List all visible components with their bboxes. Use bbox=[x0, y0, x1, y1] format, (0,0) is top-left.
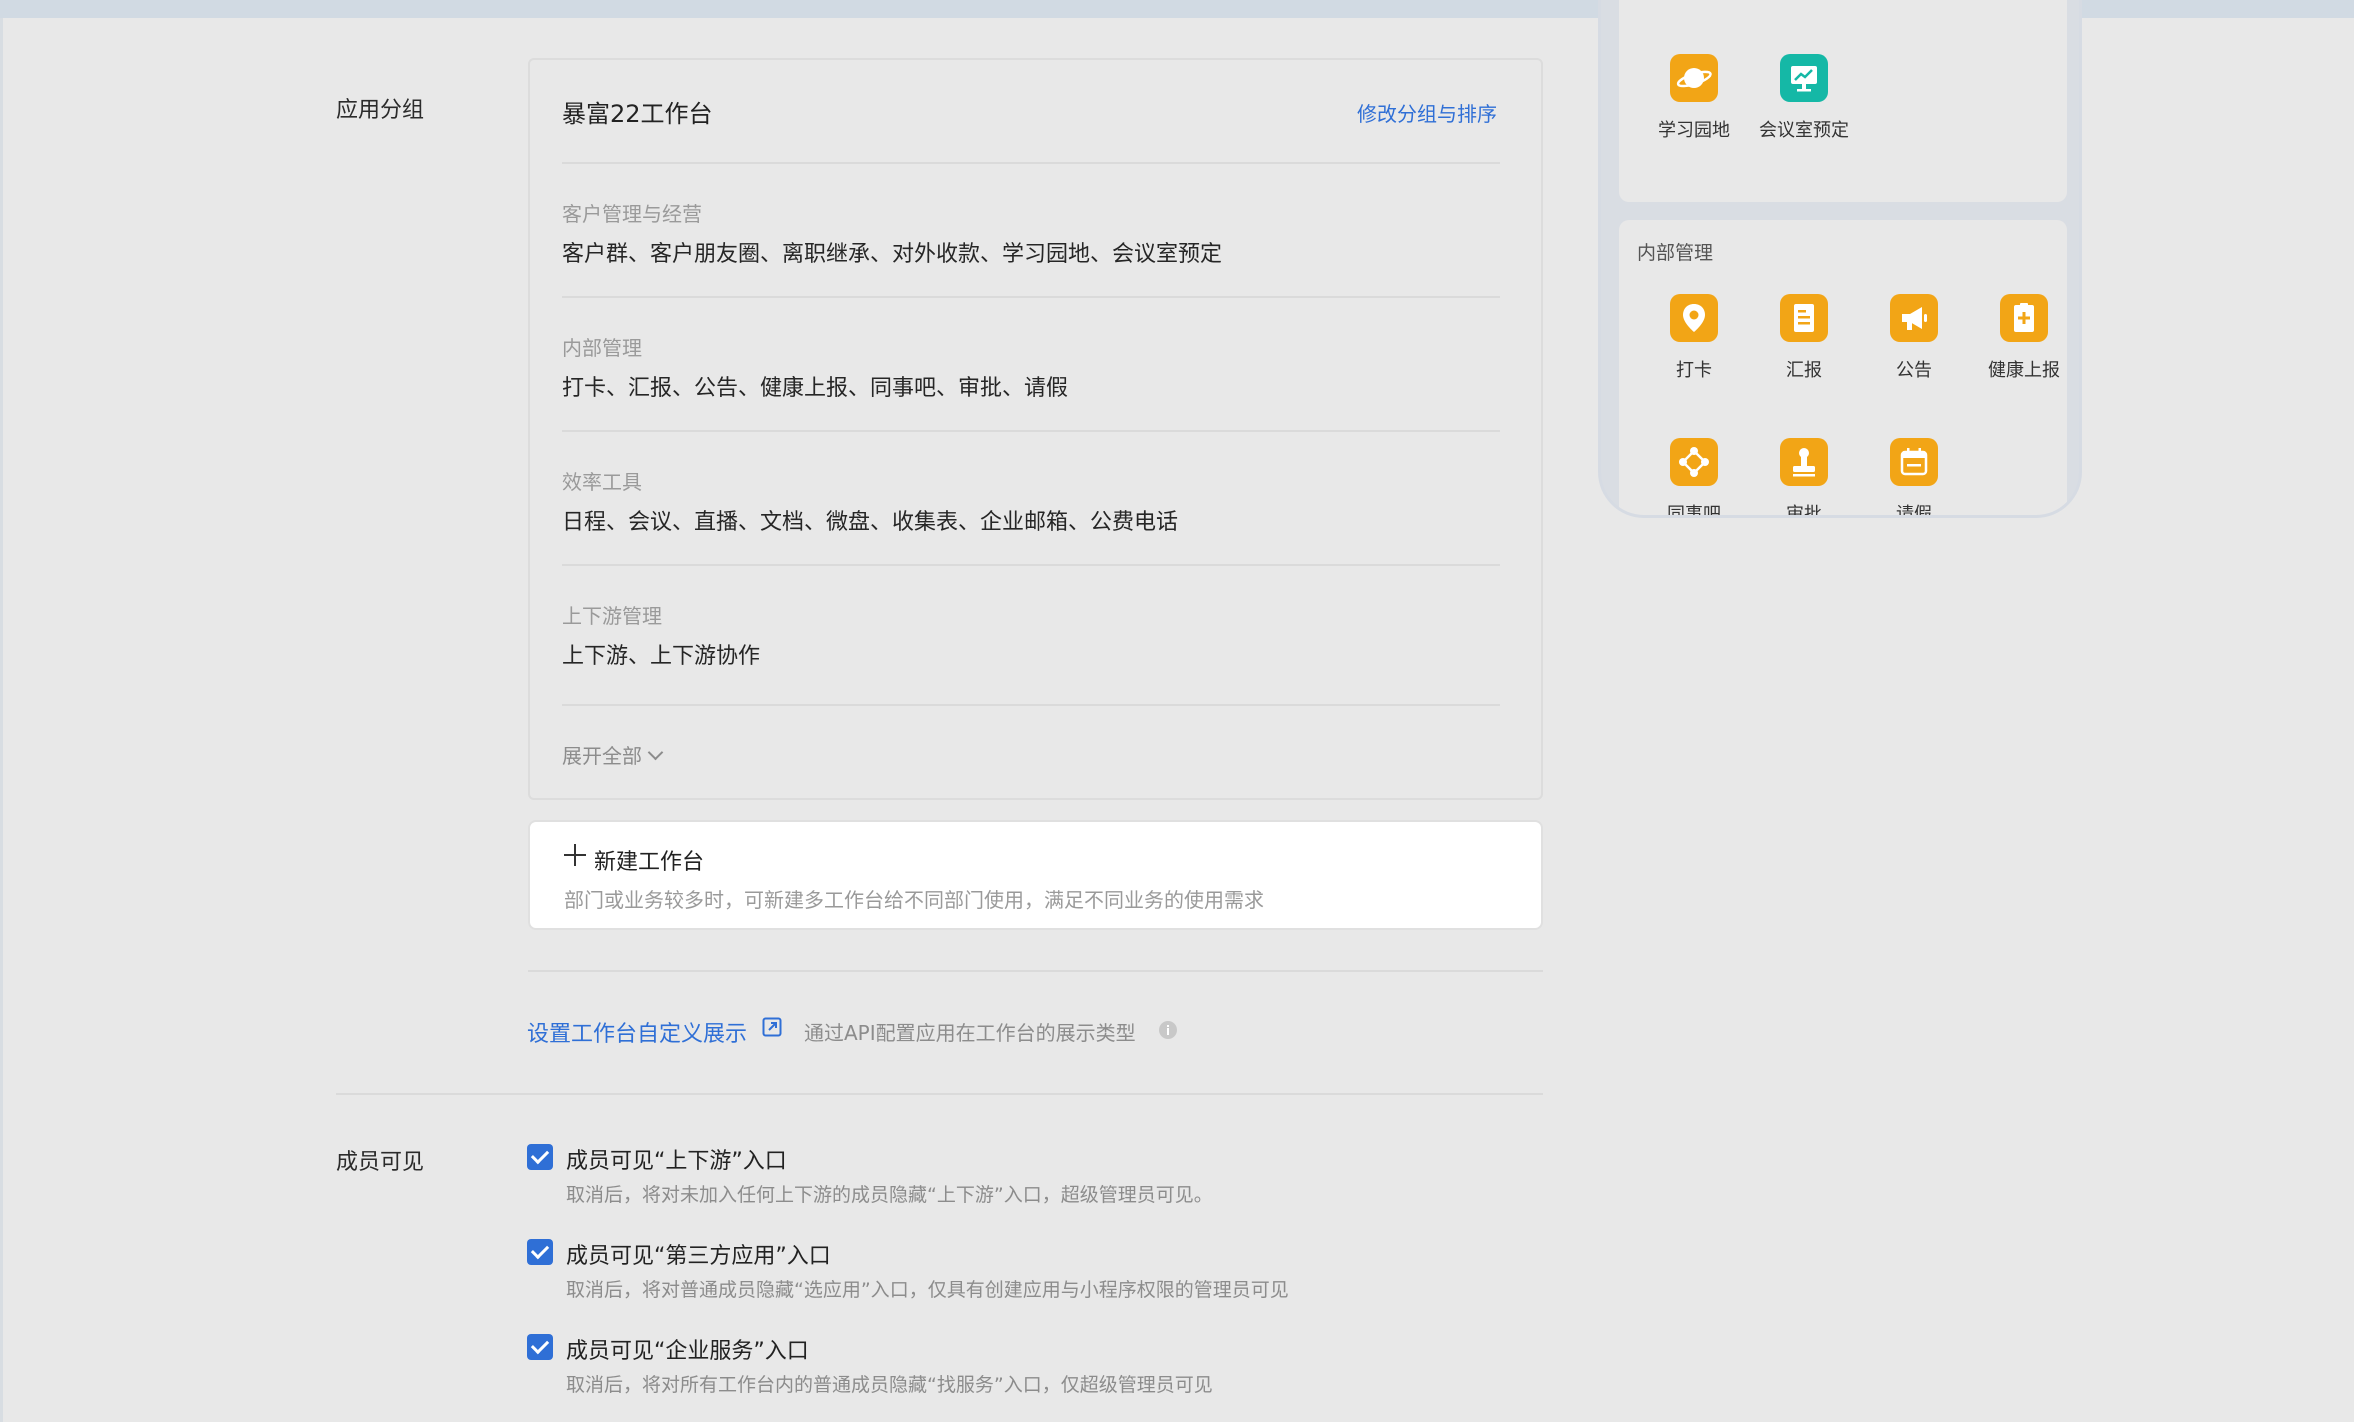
enterprise-service-visible-title: 成员可见“企业服务”入口 bbox=[566, 1339, 809, 1364]
preview-app-label: 同事吧 bbox=[1667, 504, 1721, 518]
report-document-icon bbox=[1780, 294, 1828, 342]
preview-internal-panel: 内部管理 打卡 汇报 公告 健康上报 同事吧 审批 请假 bbox=[1619, 220, 2067, 518]
divider bbox=[562, 162, 1500, 164]
network-icon bbox=[1670, 438, 1718, 486]
edit-group-order-link[interactable]: 修改分组与排序 bbox=[1357, 98, 1497, 127]
preview-app-checkin[interactable]: 打卡 bbox=[1639, 294, 1749, 382]
third-party-visible-description: 取消后，将对普通成员隐藏“选应用”入口，仅具有创建应用与小程序权限的管理员可见 bbox=[566, 1279, 1289, 1301]
preview-customer-panel: 学习园地 会议室预定 bbox=[1619, 0, 2067, 202]
group-apps-efficiency: 日程、会议、直播、文档、微盘、收集表、企业邮箱、公费电话 bbox=[562, 510, 1179, 535]
health-plus-icon bbox=[2000, 294, 2048, 342]
external-link-icon[interactable] bbox=[762, 1017, 782, 1037]
preview-app-colleague[interactable]: 同事吧 bbox=[1639, 438, 1749, 518]
preview-app-label: 健康上报 bbox=[1988, 360, 2060, 381]
divider bbox=[562, 430, 1500, 432]
group-label-customer: 客户管理与经营 bbox=[562, 202, 702, 226]
workbench-preview-phone: 学习园地 会议室预定 内部管理 打卡 汇报 公告 健康上报 同事吧 审批 请假 bbox=[1598, 0, 2082, 518]
member-visible-label: 成员可见 bbox=[336, 1150, 425, 1175]
preview-app-label: 打卡 bbox=[1676, 360, 1712, 381]
group-label-updown: 上下游管理 bbox=[562, 604, 662, 628]
stamp-icon bbox=[1780, 438, 1828, 486]
custom-display-link[interactable]: 设置工作台自定义展示 bbox=[527, 1016, 747, 1048]
group-apps-customer: 客户群、客户朋友圈、离职继承、对外收款、学习园地、会议室预定 bbox=[562, 242, 1223, 267]
preview-app-meeting-room[interactable]: 会议室预定 bbox=[1749, 54, 1859, 142]
third-party-visible-checkbox[interactable] bbox=[527, 1239, 553, 1265]
preview-app-label: 请假 bbox=[1896, 504, 1932, 518]
divider bbox=[562, 296, 1500, 298]
new-workbench-card[interactable]: 新建工作台 部门或业务较多时，可新建多工作台给不同部门使用，满足不同业务的使用需… bbox=[528, 820, 1543, 930]
expand-all-label: 展开全部 bbox=[562, 744, 642, 768]
third-party-visible-title: 成员可见“第三方应用”入口 bbox=[566, 1244, 831, 1269]
megaphone-icon bbox=[1890, 294, 1938, 342]
group-label-efficiency: 效率工具 bbox=[562, 470, 642, 494]
group-apps-internal: 打卡、汇报、公告、健康上报、同事吧、审批、请假 bbox=[562, 376, 1069, 401]
preview-app-label: 会议室预定 bbox=[1759, 120, 1849, 141]
preview-app-study[interactable]: 学习园地 bbox=[1639, 54, 1749, 142]
info-icon[interactable] bbox=[1158, 1020, 1178, 1040]
preview-internal-title: 内部管理 bbox=[1637, 242, 1714, 264]
upstream-visible-title: 成员可见“上下游”入口 bbox=[566, 1149, 787, 1174]
workbench-title: 暴富22工作台 bbox=[562, 100, 713, 128]
divider bbox=[562, 564, 1500, 566]
left-rim bbox=[0, 18, 3, 1422]
plus-icon bbox=[564, 844, 586, 866]
divider bbox=[562, 704, 1500, 706]
app-group-label: 应用分组 bbox=[336, 98, 425, 123]
custom-display-description: 通过API配置应用在工作台的展示类型 bbox=[804, 1021, 1136, 1045]
enterprise-service-visible-checkbox[interactable] bbox=[527, 1334, 553, 1360]
location-pin-icon bbox=[1670, 294, 1718, 342]
preview-app-label: 学习园地 bbox=[1658, 120, 1730, 141]
group-label-internal: 内部管理 bbox=[562, 336, 642, 360]
preview-app-report[interactable]: 汇报 bbox=[1749, 294, 1859, 382]
chevron-down-icon bbox=[647, 744, 664, 761]
divider bbox=[528, 970, 1543, 972]
preview-app-announcement[interactable]: 公告 bbox=[1859, 294, 1969, 382]
calendar-icon bbox=[1890, 438, 1938, 486]
divider bbox=[336, 1093, 1543, 1095]
meeting-screen-icon bbox=[1780, 54, 1828, 102]
preview-app-health-report[interactable]: 健康上报 bbox=[1969, 294, 2079, 382]
preview-app-label: 审批 bbox=[1786, 504, 1822, 518]
group-apps-updown: 上下游、上下游协作 bbox=[562, 644, 761, 669]
preview-app-label: 公告 bbox=[1896, 360, 1932, 381]
group-card: 暴富22工作台 修改分组与排序 客户管理与经营 客户群、客户朋友圈、离职继承、对… bbox=[528, 58, 1543, 800]
preview-app-label: 汇报 bbox=[1786, 360, 1822, 381]
preview-app-approval[interactable]: 审批 bbox=[1749, 438, 1859, 518]
preview-app-leave[interactable]: 请假 bbox=[1859, 438, 1969, 518]
new-workbench-title: 新建工作台 bbox=[594, 850, 705, 875]
upstream-visible-checkbox[interactable] bbox=[527, 1144, 553, 1170]
enterprise-service-visible-description: 取消后，将对所有工作台内的普通成员隐藏“找服务”入口，仅超级管理员可见 bbox=[566, 1374, 1213, 1396]
upstream-visible-description: 取消后，将对未加入任何上下游的成员隐藏“上下游”入口，超级管理员可见。 bbox=[566, 1184, 1213, 1206]
new-workbench-description: 部门或业务较多时，可新建多工作台给不同部门使用，满足不同业务的使用需求 bbox=[564, 888, 1264, 912]
expand-all-button[interactable]: 展开全部 bbox=[562, 740, 664, 769]
planet-icon bbox=[1670, 54, 1718, 102]
